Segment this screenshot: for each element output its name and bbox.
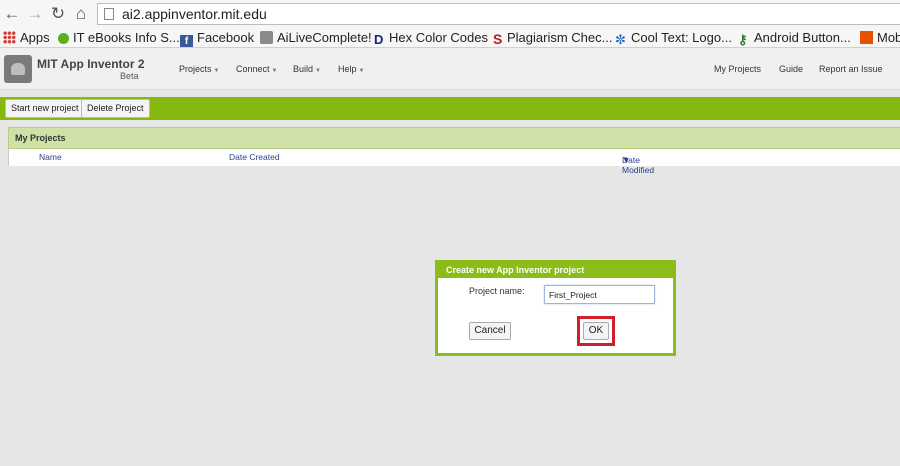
caret-down-icon: ▼ bbox=[213, 68, 220, 74]
apps-grid-icon bbox=[3, 31, 16, 44]
projects-table-header: Name Date Created Date Modified ▼ bbox=[8, 149, 900, 175]
menu-label: Build bbox=[293, 64, 314, 74]
sort-desc-icon: ▼ bbox=[622, 155, 631, 165]
column-date-created[interactable]: Date Created bbox=[229, 152, 280, 162]
bookmark-hex-color-codes[interactable]: D Hex Color Codes bbox=[374, 29, 488, 47]
project-name-label: Project name: bbox=[469, 286, 525, 296]
projects-toolbar: Start new project Delete Project bbox=[0, 97, 900, 120]
menu-projects[interactable]: Projects ▼ bbox=[179, 64, 219, 74]
caret-down-icon: ▼ bbox=[271, 68, 278, 74]
caret-down-icon: ▼ bbox=[315, 68, 321, 74]
menu-label: Projects bbox=[179, 64, 212, 74]
menu-build[interactable]: Build ▼ bbox=[293, 64, 321, 74]
bookmark-label: AiLiveComplete! bbox=[277, 30, 372, 45]
back-arrow-icon[interactable]: ← bbox=[2, 4, 22, 24]
bookmark-label: Apps bbox=[20, 30, 50, 45]
d-logo-icon: D bbox=[374, 32, 384, 47]
s-logo-icon: S bbox=[493, 31, 503, 47]
home-icon[interactable]: ⌂ bbox=[71, 4, 91, 24]
menu-connect[interactable]: Connect ▼ bbox=[236, 64, 277, 74]
beta-label: Beta bbox=[120, 71, 139, 81]
ok-button[interactable]: OK bbox=[583, 322, 609, 340]
address-bar[interactable]: ai2.appinventor.mit.edu bbox=[97, 3, 900, 25]
delete-project-button[interactable]: Delete Project bbox=[81, 99, 150, 118]
link-report-issue[interactable]: Report an Issue bbox=[819, 64, 883, 74]
cancel-button[interactable]: Cancel bbox=[469, 322, 511, 340]
bookmark-label: Hex Color Codes bbox=[389, 30, 488, 45]
bookmark-android-button[interactable]: ⚷ Android Button... bbox=[738, 29, 851, 47]
start-new-project-button[interactable]: Start new project bbox=[5, 99, 85, 118]
bookmark-label: Mob bbox=[877, 30, 900, 45]
bookmark-label: IT eBooks Info S... bbox=[73, 30, 180, 45]
caret-down-icon: ▼ bbox=[358, 68, 365, 74]
link-my-projects[interactable]: My Projects bbox=[714, 64, 761, 74]
url-text: ai2.appinventor.mit.edu bbox=[122, 6, 267, 22]
app-inventor-logo-icon bbox=[4, 55, 32, 83]
bookmark-it-ebooks[interactable]: IT eBooks Info S... bbox=[58, 29, 180, 47]
facebook-icon: f bbox=[180, 35, 193, 47]
bookmark-cool-text[interactable]: ✼ Cool Text: Logo... bbox=[615, 29, 732, 47]
project-name-input[interactable] bbox=[544, 285, 655, 304]
page-icon bbox=[104, 8, 114, 20]
bookmark-label: Cool Text: Logo... bbox=[631, 30, 732, 45]
bookmark-label: Plagiarism Chec... bbox=[507, 30, 613, 45]
swirl-icon: ✼ bbox=[615, 32, 626, 47]
bookmark-label: Android Button... bbox=[754, 30, 851, 45]
column-name[interactable]: Name bbox=[39, 152, 62, 162]
menu-label: Connect bbox=[236, 64, 270, 74]
browser-toolbar: ← → ↻ ⌂ ai2.appinventor.mit.edu bbox=[0, 0, 900, 28]
menu-label: Help bbox=[338, 64, 357, 74]
bookmark-label: Facebook bbox=[197, 30, 255, 45]
create-project-dialog: Create new App Inventor project Project … bbox=[435, 260, 676, 356]
orange-square-icon bbox=[860, 31, 873, 44]
dialog-title: Create new App Inventor project bbox=[438, 263, 673, 278]
reload-icon[interactable]: ↻ bbox=[48, 4, 68, 24]
bookmark-facebook[interactable]: f Facebook bbox=[180, 29, 254, 47]
menu-help[interactable]: Help ▼ bbox=[338, 64, 364, 74]
bookmark-apps[interactable]: Apps bbox=[3, 29, 50, 47]
app-title: MIT App Inventor 2 bbox=[37, 57, 145, 71]
forward-arrow-icon[interactable]: → bbox=[25, 4, 45, 24]
app-header: MIT App Inventor 2 Beta Projects ▼ Connec… bbox=[0, 48, 900, 90]
bookmarks-bar: Apps IT eBooks Info S... f Facebook AiLiv… bbox=[0, 28, 900, 48]
bookmark-mob[interactable]: Mob bbox=[860, 29, 900, 47]
bookmark-ailivecomplete[interactable]: AiLiveComplete! bbox=[260, 29, 372, 47]
android-icon bbox=[260, 31, 273, 44]
link-guide[interactable]: Guide bbox=[779, 64, 803, 74]
my-projects-title: My Projects bbox=[8, 127, 900, 149]
android-green-icon: ⚷ bbox=[738, 32, 748, 47]
green-dot-icon bbox=[58, 33, 69, 44]
bookmark-plagiarism[interactable]: S Plagiarism Chec... bbox=[493, 29, 612, 47]
